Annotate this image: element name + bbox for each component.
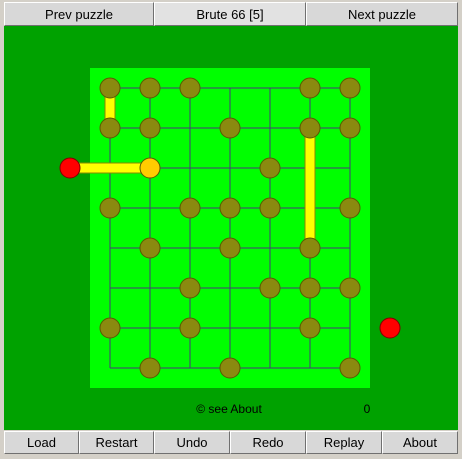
move-count: 0 bbox=[364, 402, 371, 416]
bridge-bar bbox=[304, 127, 316, 249]
peg[interactable] bbox=[259, 197, 281, 219]
peg[interactable] bbox=[299, 77, 321, 99]
prev-puzzle-button[interactable]: Prev puzzle bbox=[4, 2, 154, 26]
peg[interactable] bbox=[339, 77, 361, 99]
peg[interactable] bbox=[299, 317, 321, 339]
peg[interactable] bbox=[179, 77, 201, 99]
endpoint-node bbox=[379, 317, 401, 339]
peg[interactable] bbox=[339, 197, 361, 219]
peg[interactable] bbox=[339, 357, 361, 379]
puzzle-board[interactable]: © see About 0 bbox=[4, 26, 458, 430]
peg[interactable] bbox=[99, 197, 121, 219]
peg[interactable] bbox=[179, 317, 201, 339]
peg[interactable] bbox=[299, 237, 321, 259]
puzzle-title: Brute 66 [5] bbox=[154, 2, 306, 26]
peg[interactable] bbox=[99, 317, 121, 339]
selected-peg[interactable] bbox=[139, 157, 161, 179]
peg[interactable] bbox=[219, 197, 241, 219]
copyright-note: © see About bbox=[196, 402, 262, 416]
peg[interactable] bbox=[219, 117, 241, 139]
peg[interactable] bbox=[299, 277, 321, 299]
peg[interactable] bbox=[139, 237, 161, 259]
peg[interactable] bbox=[259, 277, 281, 299]
bottom-toolbar: Load Restart Undo Redo Replay About bbox=[4, 431, 458, 454]
restart-button[interactable]: Restart bbox=[79, 431, 154, 454]
peg[interactable] bbox=[179, 197, 201, 219]
peg[interactable] bbox=[219, 237, 241, 259]
peg[interactable] bbox=[139, 117, 161, 139]
peg[interactable] bbox=[139, 357, 161, 379]
load-button[interactable]: Load bbox=[4, 431, 79, 454]
about-button[interactable]: About bbox=[382, 431, 458, 454]
replay-button[interactable]: Replay bbox=[306, 431, 382, 454]
endpoint-node bbox=[59, 157, 81, 179]
next-puzzle-button[interactable]: Next puzzle bbox=[306, 2, 458, 26]
peg[interactable] bbox=[219, 357, 241, 379]
game-area[interactable]: © see About 0 bbox=[4, 26, 458, 430]
peg[interactable] bbox=[99, 77, 121, 99]
redo-button[interactable]: Redo bbox=[230, 431, 306, 454]
peg[interactable] bbox=[259, 157, 281, 179]
bridge-bar bbox=[69, 162, 151, 174]
peg[interactable] bbox=[339, 117, 361, 139]
top-bar: Prev puzzle Brute 66 [5] Next puzzle bbox=[4, 2, 458, 26]
peg[interactable] bbox=[99, 117, 121, 139]
undo-button[interactable]: Undo bbox=[154, 431, 230, 454]
peg[interactable] bbox=[339, 277, 361, 299]
peg[interactable] bbox=[299, 117, 321, 139]
peg[interactable] bbox=[139, 77, 161, 99]
peg[interactable] bbox=[179, 277, 201, 299]
